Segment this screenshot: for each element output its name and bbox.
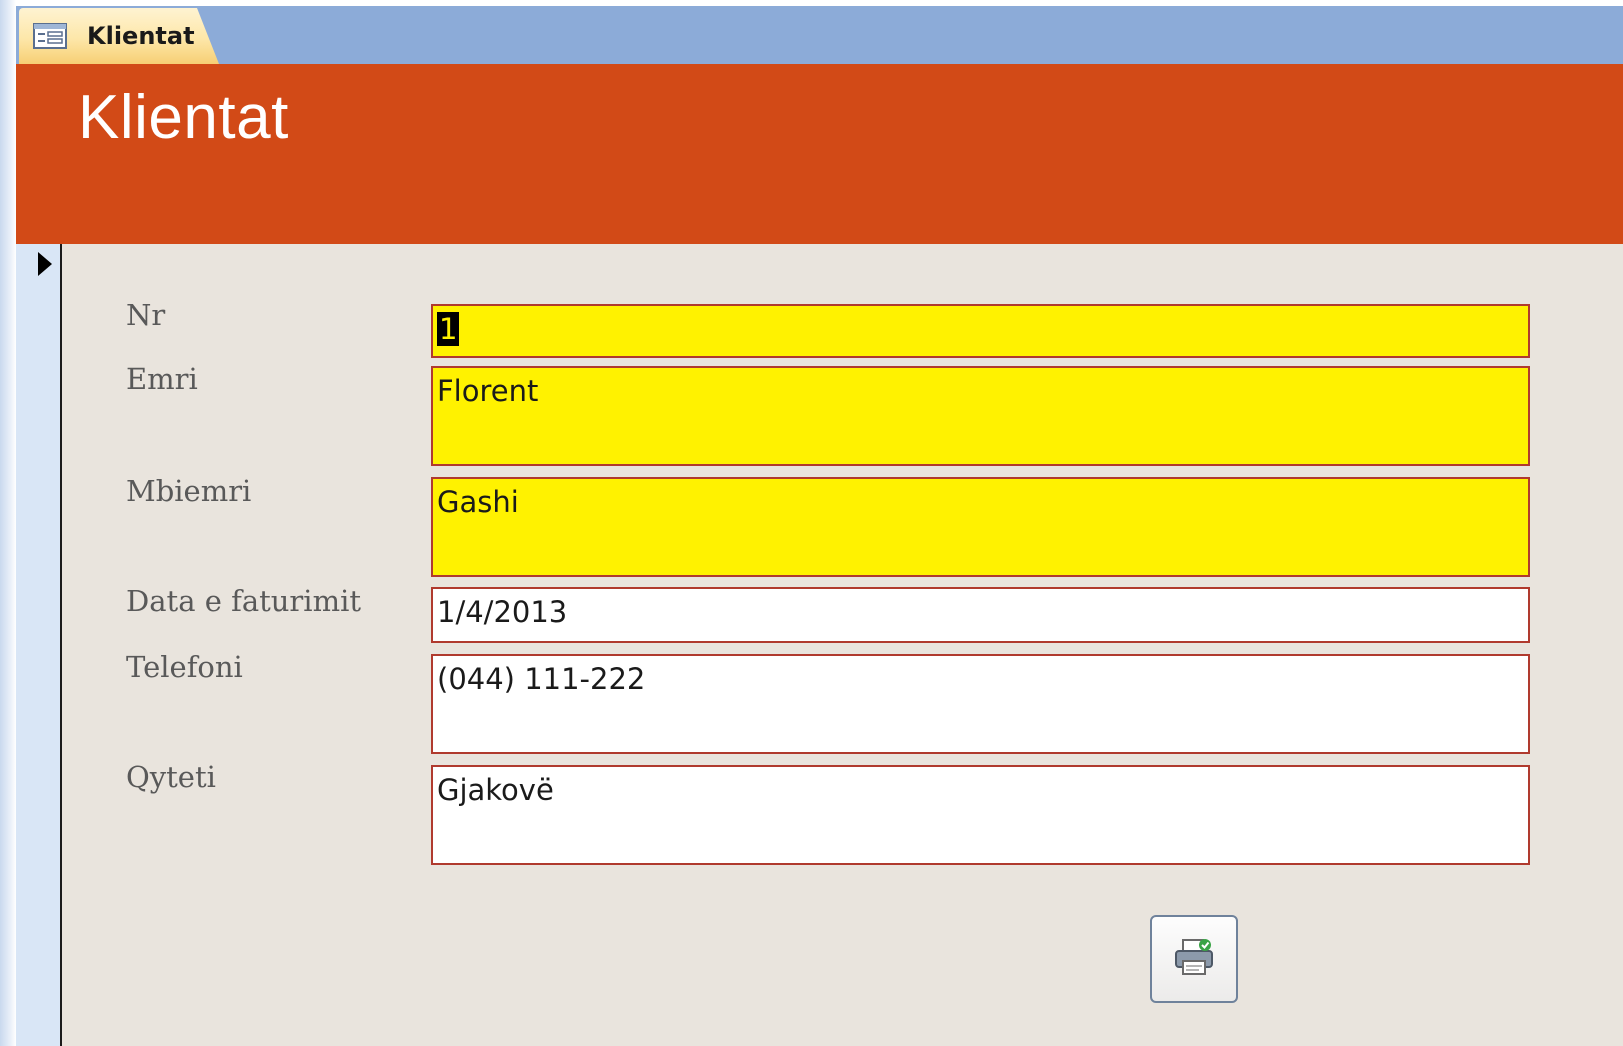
record-selector[interactable] xyxy=(16,244,62,1046)
form-detail: Nr 1 Emri Florent Mbiemri Gashi Data e f… xyxy=(62,244,1623,1046)
nr-value: 1 xyxy=(437,312,460,346)
label-qyteti: Qyteti xyxy=(126,760,216,794)
qyteti-field[interactable]: Gjakovë xyxy=(431,765,1530,865)
form-header: Klientat xyxy=(16,64,1623,244)
label-data-e-faturimit: Data e faturimit xyxy=(126,584,362,618)
tab-label: Klientat xyxy=(87,22,195,50)
telefoni-field[interactable]: (044) 111-222 xyxy=(431,654,1530,754)
access-form-window: Klientat Klientat Nr 1 Emri Florent Mbie… xyxy=(0,0,1623,1046)
print-button[interactable] xyxy=(1150,915,1238,1003)
emri-field[interactable]: Florent xyxy=(431,366,1530,466)
mbiemri-field[interactable]: Gashi xyxy=(431,477,1530,577)
nr-field[interactable]: 1 xyxy=(431,304,1530,358)
current-record-arrow-icon xyxy=(38,252,52,276)
window-left-edge xyxy=(0,0,16,1046)
printer-icon xyxy=(1173,937,1215,981)
data-e-faturimit-field[interactable]: 1/4/2013 xyxy=(431,587,1530,643)
label-nr: Nr xyxy=(126,298,166,332)
tab-klientat[interactable]: Klientat xyxy=(19,8,219,64)
label-telefoni: Telefoni xyxy=(126,650,243,684)
label-emri: Emri xyxy=(126,362,198,396)
document-tab-strip xyxy=(16,6,1623,64)
form-icon xyxy=(33,23,67,49)
label-mbiemri: Mbiemri xyxy=(126,474,252,508)
form-title: Klientat xyxy=(78,83,289,152)
